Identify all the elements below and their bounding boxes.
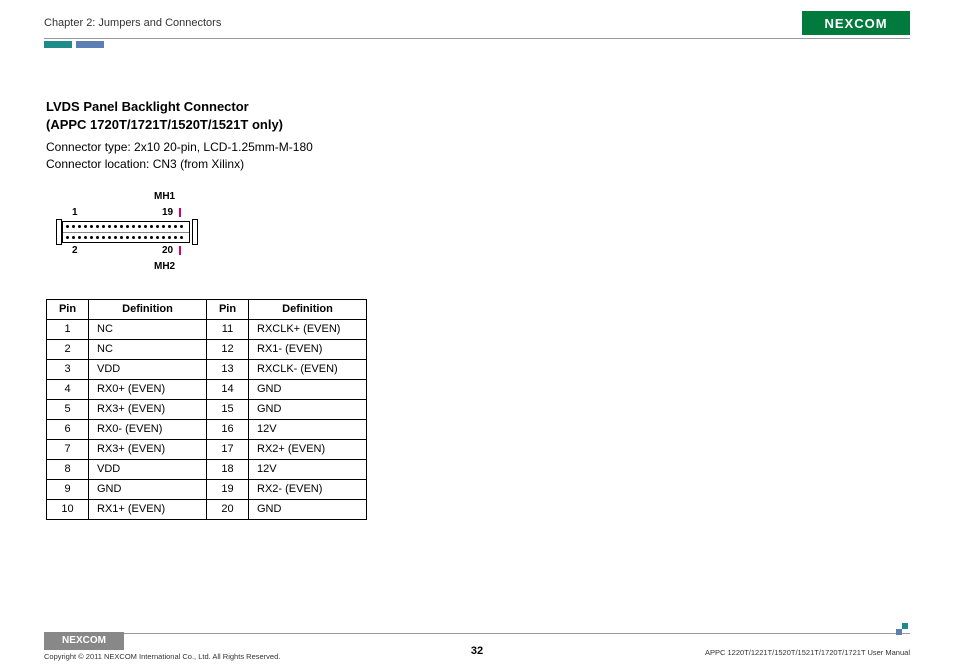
cell-definition: NC bbox=[89, 339, 207, 359]
connector-row-top bbox=[63, 222, 189, 232]
cell-pin: 9 bbox=[47, 479, 89, 499]
table-header-row: Pin Definition Pin Definition bbox=[47, 299, 367, 319]
connector-ear-right bbox=[192, 219, 198, 245]
accent-bar bbox=[44, 41, 910, 48]
connector-body bbox=[62, 221, 190, 243]
cell-pin: 8 bbox=[47, 459, 89, 479]
cell-definition: RX3+ (EVEN) bbox=[89, 439, 207, 459]
diagram-label-mh1: MH1 bbox=[154, 191, 175, 202]
desc-line-1: Connector type: 2x10 20-pin, LCD-1.25mm-… bbox=[46, 139, 910, 156]
diagram-label-pin19: 19 bbox=[162, 207, 173, 218]
cell-pin: 16 bbox=[207, 419, 249, 439]
cell-pin: 10 bbox=[47, 499, 89, 519]
cell-definition: RXCLK- (EVEN) bbox=[249, 359, 367, 379]
diagram-label-pin2: 2 bbox=[72, 245, 78, 256]
cell-pin: 4 bbox=[47, 379, 89, 399]
cell-definition: RX0- (EVEN) bbox=[89, 419, 207, 439]
diagram-mark-top bbox=[179, 208, 181, 217]
table-row: 4RX0+ (EVEN)14GND bbox=[47, 379, 367, 399]
table-row: 8VDD1812V bbox=[47, 459, 367, 479]
header-divider bbox=[44, 38, 910, 39]
chapter-title: Chapter 2: Jumpers and Connectors bbox=[44, 17, 221, 29]
connector-diagram: MH1 1 19 2 20 MH2 bbox=[54, 191, 224, 281]
cell-pin: 17 bbox=[207, 439, 249, 459]
cell-definition: GND bbox=[249, 399, 367, 419]
cell-definition: GND bbox=[249, 499, 367, 519]
cell-definition: NC bbox=[89, 319, 207, 339]
diagram-label-pin1: 1 bbox=[72, 207, 78, 218]
table-row: 3VDD13RXCLK- (EVEN) bbox=[47, 359, 367, 379]
brand-logo-text: NEXCOM bbox=[824, 16, 887, 31]
cell-definition: VDD bbox=[89, 359, 207, 379]
copyright-text: Copyright © 2011 NEXCOM International Co… bbox=[44, 652, 280, 661]
cell-definition: RX2+ (EVEN) bbox=[249, 439, 367, 459]
cell-pin: 3 bbox=[47, 359, 89, 379]
cell-pin: 1 bbox=[47, 319, 89, 339]
brand-logo-footer-text: NEXCOM bbox=[62, 635, 106, 646]
section-title-line2: (APPC 1720T/1721T/1520T/1521T only) bbox=[46, 116, 910, 134]
cell-definition: RXCLK+ (EVEN) bbox=[249, 319, 367, 339]
th-pin-2: Pin bbox=[207, 299, 249, 319]
diagram-label-mh2: MH2 bbox=[154, 261, 175, 272]
th-def-2: Definition bbox=[249, 299, 367, 319]
table-row: 7RX3+ (EVEN)17RX2+ (EVEN) bbox=[47, 439, 367, 459]
brand-logo-footer: NEXCOM bbox=[44, 632, 124, 650]
page-footer: NEXCOM Copyright © 2011 NEXCOM Internati… bbox=[44, 633, 910, 658]
cell-definition: RX3+ (EVEN) bbox=[89, 399, 207, 419]
cell-pin: 12 bbox=[207, 339, 249, 359]
cell-definition: RX1+ (EVEN) bbox=[89, 499, 207, 519]
cell-definition: GND bbox=[249, 379, 367, 399]
accent-teal bbox=[44, 41, 72, 48]
cell-definition: GND bbox=[89, 479, 207, 499]
cell-definition: RX2- (EVEN) bbox=[249, 479, 367, 499]
cell-definition: VDD bbox=[89, 459, 207, 479]
table-row: 2NC12RX1- (EVEN) bbox=[47, 339, 367, 359]
cell-pin: 20 bbox=[207, 499, 249, 519]
diagram-mark-bottom bbox=[179, 246, 181, 255]
page-header: Chapter 2: Jumpers and Connectors NEXCOM bbox=[44, 10, 910, 36]
cell-pin: 13 bbox=[207, 359, 249, 379]
cell-pin: 2 bbox=[47, 339, 89, 359]
cell-pin: 15 bbox=[207, 399, 249, 419]
connector-row-bottom bbox=[63, 232, 189, 242]
cell-pin: 11 bbox=[207, 319, 249, 339]
section-title: LVDS Panel Backlight Connector (APPC 172… bbox=[46, 98, 910, 133]
cell-definition: RX0+ (EVEN) bbox=[89, 379, 207, 399]
cell-definition: 12V bbox=[249, 459, 367, 479]
cell-definition: 12V bbox=[249, 419, 367, 439]
table-row: 10RX1+ (EVEN)20GND bbox=[47, 499, 367, 519]
desc-line-2: Connector location: CN3 (from Xilinx) bbox=[46, 156, 910, 173]
cell-pin: 19 bbox=[207, 479, 249, 499]
cell-pin: 14 bbox=[207, 379, 249, 399]
pin-table: Pin Definition Pin Definition 1NC11RXCLK… bbox=[46, 299, 367, 520]
manual-name: APPC 1220T/1221T/1520T/1521T/1720T/1721T… bbox=[705, 648, 910, 658]
table-row: 5RX3+ (EVEN)15GND bbox=[47, 399, 367, 419]
cell-definition: RX1- (EVEN) bbox=[249, 339, 367, 359]
section-description: Connector type: 2x10 20-pin, LCD-1.25mm-… bbox=[46, 139, 910, 173]
page-number: 32 bbox=[471, 645, 483, 657]
diagram-label-pin20: 20 bbox=[162, 245, 173, 256]
accent-blue bbox=[76, 41, 104, 48]
table-row: 9GND19RX2- (EVEN) bbox=[47, 479, 367, 499]
th-pin-1: Pin bbox=[47, 299, 89, 319]
th-def-1: Definition bbox=[89, 299, 207, 319]
cell-pin: 7 bbox=[47, 439, 89, 459]
table-row: 6RX0- (EVEN)1612V bbox=[47, 419, 367, 439]
brand-logo: NEXCOM bbox=[802, 11, 910, 35]
table-row: 1NC11RXCLK+ (EVEN) bbox=[47, 319, 367, 339]
cell-pin: 5 bbox=[47, 399, 89, 419]
cell-pin: 6 bbox=[47, 419, 89, 439]
content-region: LVDS Panel Backlight Connector (APPC 172… bbox=[44, 98, 910, 520]
section-title-line1: LVDS Panel Backlight Connector bbox=[46, 98, 910, 116]
cell-pin: 18 bbox=[207, 459, 249, 479]
